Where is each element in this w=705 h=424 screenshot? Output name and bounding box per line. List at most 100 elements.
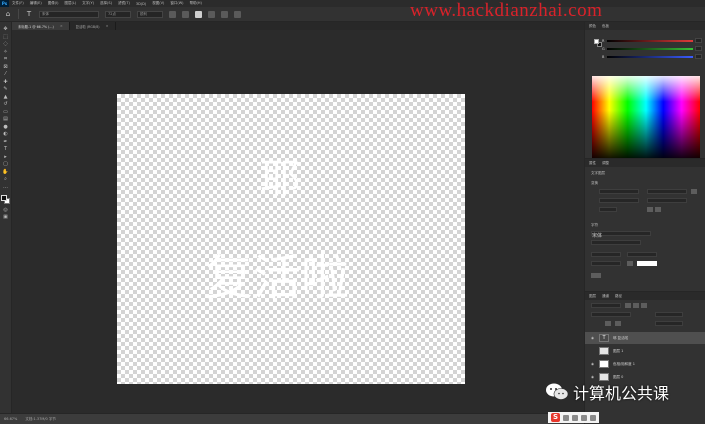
green-slider[interactable]: G: [602, 46, 702, 51]
leading-field[interactable]: [627, 252, 657, 257]
zoom-tool-icon[interactable]: ⌕: [2, 176, 10, 182]
layer-row[interactable]: ◉ T 耶 复活啦: [585, 332, 705, 344]
blend-mode-select[interactable]: [591, 312, 631, 317]
align-center-icon[interactable]: [182, 10, 189, 18]
healing-tool-icon[interactable]: ✚: [2, 79, 10, 85]
magic-wand-tool-icon[interactable]: ✧: [2, 49, 10, 55]
screen-mode-icon[interactable]: ▣: [2, 214, 10, 220]
gradient-tool-icon[interactable]: ▤: [2, 116, 10, 122]
menu-view[interactable]: 视图(V): [149, 1, 167, 6]
fill-field[interactable]: [655, 321, 683, 326]
blur-tool-icon[interactable]: ●: [2, 124, 10, 130]
tab-properties[interactable]: 属性: [589, 161, 596, 166]
red-value-field[interactable]: [695, 38, 702, 43]
path-select-tool-icon[interactable]: ▸: [2, 154, 10, 160]
y-field[interactable]: [647, 198, 687, 203]
ime-mode-icon[interactable]: [563, 414, 569, 421]
menu-select[interactable]: 选择(S): [97, 1, 115, 6]
filter-adjust-icon[interactable]: [633, 303, 639, 308]
photoshop-logo-icon[interactable]: Ps: [0, 0, 9, 7]
character-panel-icon[interactable]: [221, 10, 228, 18]
red-track[interactable]: [607, 40, 693, 42]
ime-settings-icon[interactable]: [590, 414, 596, 421]
tracking-field[interactable]: [591, 261, 621, 266]
type-tool-icon[interactable]: T: [25, 10, 33, 18]
height-field[interactable]: [647, 189, 687, 194]
move-tool-icon[interactable]: ✥: [2, 26, 10, 32]
lock-pixels-icon[interactable]: [605, 321, 611, 326]
red-slider[interactable]: R: [602, 38, 702, 43]
foreground-color-swatch[interactable]: [0, 195, 7, 201]
visibility-eye-icon[interactable]: ◉: [591, 375, 595, 379]
dodge-tool-icon[interactable]: ◐: [2, 131, 10, 137]
flip-horizontal-icon[interactable]: [647, 207, 653, 212]
menu-help[interactable]: 帮助(H): [187, 1, 205, 6]
shape-tool-icon[interactable]: ▢: [2, 161, 10, 167]
brush-tool-icon[interactable]: ✎: [2, 86, 10, 92]
font-size-field[interactable]: 72点: [105, 10, 131, 18]
3d-icon[interactable]: [234, 10, 241, 18]
menu-file[interactable]: 文件(F): [9, 1, 27, 6]
width-field[interactable]: [599, 189, 639, 194]
menu-3d[interactable]: 3D(D): [133, 2, 149, 6]
menu-image[interactable]: 图像(I): [45, 1, 62, 6]
link-icon[interactable]: [691, 189, 697, 194]
layer-row[interactable]: 图层 1: [585, 345, 705, 357]
angle-field[interactable]: [599, 207, 617, 212]
blue-slider[interactable]: B: [602, 54, 702, 59]
history-brush-tool-icon[interactable]: ↺: [2, 101, 10, 107]
blue-value-field[interactable]: [695, 54, 702, 59]
tab-adjustments[interactable]: 调整: [602, 161, 609, 166]
layer-row[interactable]: ◉ 色相/饱和度 1: [585, 358, 705, 370]
opacity-field[interactable]: [655, 312, 683, 317]
marquee-tool-icon[interactable]: ⬚: [2, 34, 10, 40]
color-swatches[interactable]: [0, 195, 11, 205]
character-font-select[interactable]: 宋体: [591, 231, 651, 239]
character-style-select[interactable]: [591, 240, 641, 245]
blue-track[interactable]: [607, 56, 693, 58]
tab-paths[interactable]: 路径: [615, 294, 622, 299]
canvas[interactable]: 耶 复活啦: [117, 94, 465, 384]
frame-tool-icon[interactable]: ⊠: [2, 64, 10, 70]
tab-document-1[interactable]: 未标题-1 @ 66.7% (...) ×: [12, 22, 70, 30]
tab-channels[interactable]: 通道: [602, 294, 609, 299]
color-panel-swatches[interactable]: [594, 39, 602, 47]
visibility-eye-icon[interactable]: ◉: [591, 336, 595, 340]
filter-pixel-icon[interactable]: [625, 303, 631, 308]
hand-tool-icon[interactable]: ✋: [2, 169, 10, 175]
menu-filter[interactable]: 滤镜(T): [115, 1, 133, 6]
menu-layer[interactable]: 图层(L): [61, 1, 79, 6]
x-field[interactable]: [599, 198, 639, 203]
tab-color[interactable]: 颜色: [589, 24, 596, 29]
pen-tool-icon[interactable]: ✒: [2, 139, 10, 145]
foreground-color-swatch[interactable]: [594, 39, 599, 44]
lock-position-icon[interactable]: [615, 321, 621, 326]
tab-swatches[interactable]: 色板: [602, 24, 609, 29]
menu-window[interactable]: 窗口(W): [167, 1, 186, 6]
layer-filter-select[interactable]: [591, 303, 621, 308]
text-color-swatch[interactable]: [195, 10, 202, 18]
green-value-field[interactable]: [695, 46, 702, 51]
canvas-text-line2[interactable]: 复活啦: [205, 254, 349, 302]
font-family-select[interactable]: 宋体: [39, 10, 99, 18]
warp-text-icon[interactable]: [208, 10, 215, 18]
text-tool-icon[interactable]: T: [2, 146, 10, 152]
more-tools-icon[interactable]: …: [2, 184, 10, 190]
home-icon[interactable]: ⌂: [4, 10, 12, 18]
tab-layers[interactable]: 图层: [589, 294, 596, 299]
filter-text-icon[interactable]: [641, 303, 647, 308]
flip-vertical-icon[interactable]: [655, 207, 661, 212]
quick-mask-icon[interactable]: ◎: [2, 207, 10, 213]
crop-tool-icon[interactable]: ⌗: [2, 56, 10, 62]
eyedropper-tool-icon[interactable]: ⁄: [2, 71, 10, 77]
align-left-icon[interactable]: [169, 10, 176, 18]
menu-type[interactable]: 文字(Y): [79, 1, 97, 6]
close-icon[interactable]: ×: [106, 24, 109, 28]
stamp-tool-icon[interactable]: ▲: [2, 94, 10, 100]
zoom-level[interactable]: 66.67%: [4, 417, 17, 421]
ime-punctuation-icon[interactable]: [572, 414, 578, 421]
close-icon[interactable]: ×: [60, 24, 63, 28]
antialias-select[interactable]: 锐利: [137, 10, 163, 18]
color-spectrum[interactable]: [592, 76, 700, 162]
character-size-field[interactable]: [591, 252, 621, 257]
